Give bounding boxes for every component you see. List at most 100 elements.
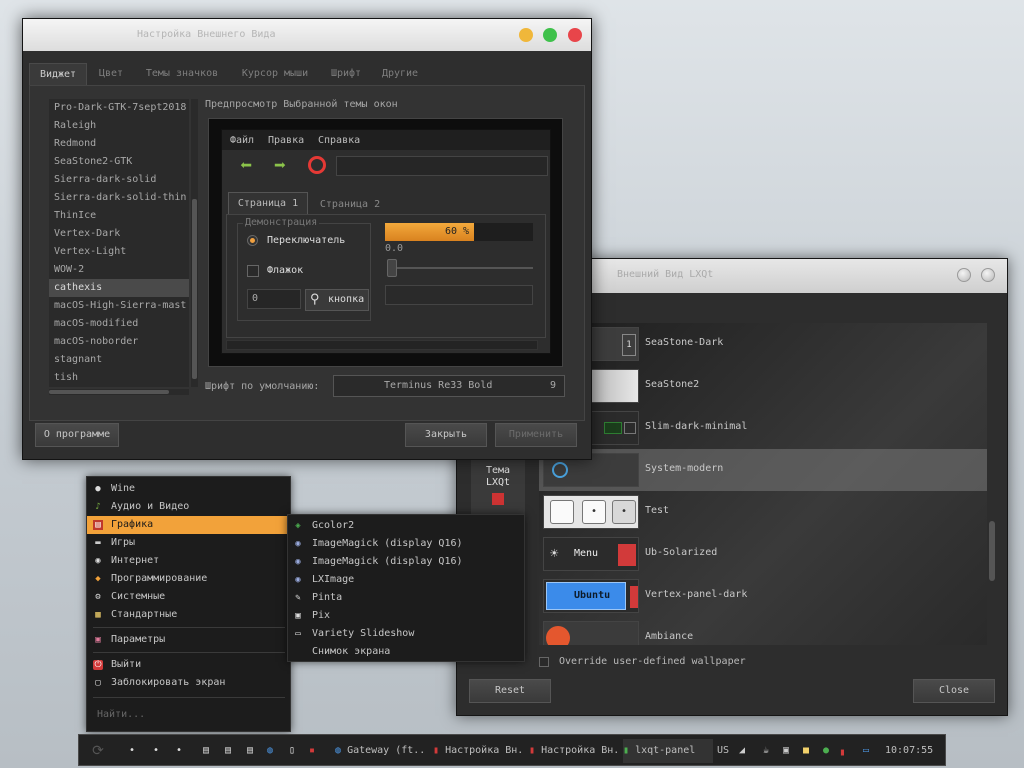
task-appearance-1[interactable]: ▮ Настройка Вн... <box>433 739 523 763</box>
menu-item-programming[interactable]: ◆ Программирование <box>87 570 290 588</box>
menu-item-lock-screen[interactable]: ▢ Заблокировать экран <box>87 674 290 692</box>
widget-theme-item[interactable]: macOS-modified <box>49 315 189 333</box>
close-button[interactable] <box>981 268 995 282</box>
desktop-1-button[interactable]: • <box>125 744 139 758</box>
start-menu-icon[interactable]: ⟳ <box>91 744 105 758</box>
widget-theme-item[interactable]: Pro-Dark-GTK-7sept2018 <box>49 99 189 117</box>
widget-theme-item[interactable]: tish <box>49 369 189 387</box>
tab-widget[interactable]: Виджет <box>29 63 87 85</box>
submenu-item-screenshot[interactable]: Снимок экрана <box>288 643 524 661</box>
preview-radio[interactable] <box>247 235 258 246</box>
browser-icon[interactable]: ◍ <box>263 744 277 758</box>
submenu-item-gcolor2[interactable]: ◈ Gcolor2 <box>288 517 524 535</box>
keyboard-layout[interactable]: US <box>717 739 733 763</box>
desktop-3-button[interactable]: • <box>172 744 186 758</box>
preview-menu-file[interactable]: Файл <box>230 135 254 146</box>
preview-menu-edit[interactable]: Правка <box>268 135 304 146</box>
desktop-2-button[interactable]: • <box>149 744 163 758</box>
menu-item-graphics[interactable]: ▤ Графика <box>87 516 290 534</box>
preview-combobox[interactable] <box>385 285 533 305</box>
volume-icon[interactable]: ◢ <box>735 744 749 758</box>
cup-icon[interactable]: ☕ <box>759 744 773 758</box>
widget-theme-list[interactable]: Pro-Dark-GTK-7sept2018 Raleigh Redmond S… <box>49 99 189 387</box>
tab-font[interactable]: Шрифт <box>321 63 371 85</box>
keyboard-icon[interactable]: ▤ <box>221 744 235 758</box>
show-desktop-icon[interactable]: ▭ <box>859 744 873 758</box>
menu-item-audio-video[interactable]: ♪ Аудио и Видео <box>87 498 290 516</box>
back-arrow-icon[interactable]: ⬅ <box>240 154 252 176</box>
theme-row-slim-dark-minimal[interactable]: Slim-dark-minimal <box>539 407 987 449</box>
theme-row-seastone-dark[interactable]: 1 SeaStone-Dark <box>539 323 987 365</box>
about-button[interactable]: О программе <box>35 423 119 447</box>
task-lxqt-panel[interactable]: ▮ lxqt-panel <box>623 739 713 763</box>
lxqt-theme-category[interactable]: Тема LXQt <box>471 455 525 519</box>
maximize-button[interactable] <box>543 28 557 42</box>
widget-theme-item-selected[interactable]: cathexis <box>49 279 189 297</box>
close-dialog-button[interactable]: Закрыть <box>405 423 487 447</box>
widget-theme-item[interactable]: Redmond <box>49 135 189 153</box>
menu-item-accessories[interactable]: ▦ Стандартные <box>87 606 290 624</box>
widget-theme-item[interactable]: stagnant <box>49 351 189 369</box>
appearance-window-titlebar[interactable]: Настройка Внешнего Вида <box>23 19 591 51</box>
preview-tab-2[interactable]: Страница 2 <box>310 194 390 216</box>
menu-item-games[interactable]: ▬ Игры <box>87 534 290 552</box>
task-appearance-2[interactable]: ▮ Настройка Вн... <box>529 739 619 763</box>
default-font-button[interactable]: Terminus Re33 Bold 9 <box>333 375 565 397</box>
preview-slider-handle[interactable] <box>387 259 397 277</box>
menu-search-input[interactable]: Найти... <box>93 705 283 725</box>
theme-row-ub-solarized[interactable]: ☀ Menu Ub-Solarized <box>539 533 987 575</box>
widget-theme-item[interactable]: Vertex-Light <box>49 243 189 261</box>
widget-theme-item[interactable]: Sierra-dark-solid-thin <box>49 189 189 207</box>
lxqt-theme-list-scrollbar[interactable] <box>989 521 995 581</box>
minimize-button[interactable] <box>957 268 971 282</box>
widget-theme-item[interactable]: Sierra-dark-solid <box>49 171 189 189</box>
submenu-item-pix[interactable]: ▣ Pix <box>288 607 524 625</box>
menu-item-logout[interactable]: ⏻ Выйти <box>87 656 290 674</box>
network-icon[interactable]: ● <box>819 744 833 758</box>
battery-icon[interactable]: ▖ <box>837 744 851 758</box>
widget-theme-item[interactable]: macOS-noborder <box>49 333 189 351</box>
clock[interactable]: 10:07:55 <box>885 739 933 763</box>
app-icon[interactable]: ▪ <box>305 744 319 758</box>
keyboard-icon[interactable]: ▤ <box>243 744 257 758</box>
submenu-item-lximage[interactable]: ◉ LXImage <box>288 571 524 589</box>
submenu-item-imagemagick-2[interactable]: ◉ ImageMagick (display Q16) <box>288 553 524 571</box>
document-icon[interactable]: ▯ <box>285 744 299 758</box>
widget-theme-item[interactable]: WOW-2 <box>49 261 189 279</box>
theme-row-ambiance[interactable]: Ambiance <box>539 617 987 645</box>
widget-theme-item[interactable]: Vertex-Dark <box>49 225 189 243</box>
clipboard-icon[interactable]: ▣ <box>779 744 793 758</box>
preview-menu-help[interactable]: Справка <box>318 135 360 146</box>
preview-spinbox[interactable]: 0 <box>247 289 301 309</box>
preview-entry[interactable] <box>336 156 548 176</box>
stop-icon[interactable] <box>308 156 326 174</box>
theme-row-vertex-panel-dark[interactable]: Ubuntu Vertex-panel-dark <box>539 575 987 617</box>
submenu-item-variety-slideshow[interactable]: ▭ Variety Slideshow <box>288 625 524 643</box>
tab-icon-themes[interactable]: Темы значков <box>135 63 229 85</box>
widget-theme-item[interactable]: Raleigh <box>49 117 189 135</box>
preview-button[interactable]: ⚲ кнопка <box>305 289 369 311</box>
widget-theme-item[interactable]: SeaStone2-GTK <box>49 153 189 171</box>
tab-mouse-cursor[interactable]: Курсор мыши <box>231 63 319 85</box>
tab-other[interactable]: Другие <box>373 63 427 85</box>
lxqt-theme-list[interactable]: 1 SeaStone-Dark SeaStone2 Slim-dark-mini… <box>539 323 987 645</box>
minimize-button[interactable] <box>519 28 533 42</box>
widget-list-vscrollbar[interactable] <box>191 99 198 387</box>
forward-arrow-icon[interactable]: ➡ <box>274 154 286 176</box>
task-gateway[interactable]: ◍ Gateway (ft... <box>335 739 427 763</box>
reset-button[interactable]: Reset <box>469 679 551 703</box>
preview-checkbox[interactable] <box>247 265 259 277</box>
submenu-item-imagemagick-1[interactable]: ◉ ImageMagick (display Q16) <box>288 535 524 553</box>
tab-color[interactable]: Цвет <box>89 63 133 85</box>
menu-item-system[interactable]: ⚙ Системные <box>87 588 290 606</box>
submenu-item-pinta[interactable]: ✎ Pinta <box>288 589 524 607</box>
widget-list-hscrollbar[interactable] <box>49 389 189 395</box>
notes-icon[interactable]: ■ <box>799 744 813 758</box>
keyboard-icon[interactable]: ▤ <box>199 744 213 758</box>
override-wallpaper-checkbox[interactable] <box>539 657 549 667</box>
preview-tab-1[interactable]: Страница 1 <box>228 192 308 214</box>
apply-button[interactable]: Применить <box>495 423 577 447</box>
menu-item-wine[interactable]: ● Wine <box>87 480 290 498</box>
close-button[interactable] <box>568 28 582 42</box>
menu-item-internet[interactable]: ◉ Интернет <box>87 552 290 570</box>
